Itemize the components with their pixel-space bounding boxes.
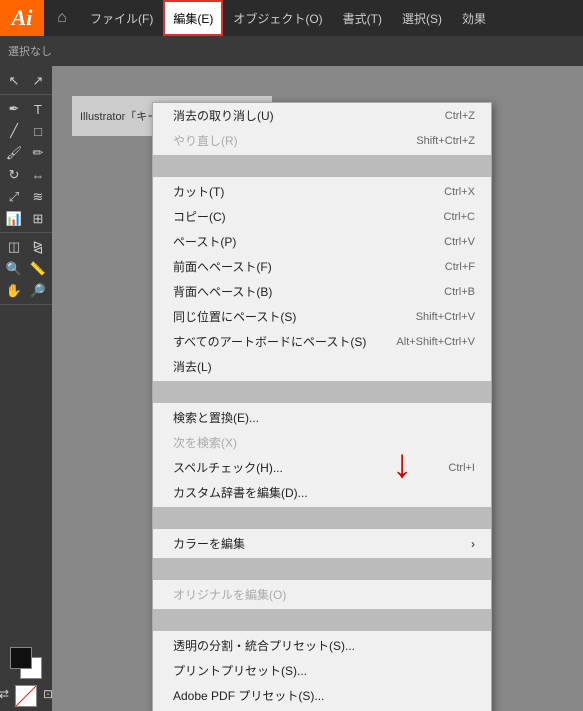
type-tool[interactable]: T [27,98,49,120]
tool-group-draw: ✒ T ╱ □ 🖌 ✏ ↻ ⇔ ⤢ ≋ 📊 ⊞ [0,98,52,233]
toolbox: ↖ ↗ ✒ T ╱ □ 🖌 ✏ ↻ ⇔ ⤢ ≋ [0,66,52,711]
separator-1 [153,155,491,177]
menu-object[interactable]: オブジェクト(O) [223,0,332,36]
menu-custom-dict[interactable]: カスタム辞書を編集(D)... [153,480,491,505]
line-tool[interactable]: ╱ [3,120,25,142]
none-indicator[interactable] [15,685,37,707]
menu-clear[interactable]: 消去(L) [153,354,491,379]
toolbar: 選択なし [0,36,583,66]
gradient-tool[interactable]: ◫ [3,236,25,258]
separator-2 [153,381,491,403]
warp-tool[interactable]: ≋ [27,186,49,208]
menu-select[interactable]: 選択(S) [392,0,452,36]
menu-edit-color[interactable]: カラーを編集 [153,531,491,556]
menu-find-next[interactable]: 次を検索(X) [153,430,491,455]
color-swatches[interactable] [10,647,42,679]
home-button[interactable]: ⌂ [44,0,80,36]
blend-tool[interactable]: ⧎ [27,236,49,258]
zoom-tool[interactable]: 🔎 [27,280,49,302]
select-tool[interactable]: ↖ [3,70,25,92]
tool-group-misc: ◫ ⧎ 🔍 📏 ✋ 🔎 [0,236,52,305]
menu-transparency-blend[interactable]: 透明の分割・統合プリセット(S)... [153,633,491,658]
scale-tool[interactable]: ⤢ [3,186,25,208]
separator-3 [153,507,491,529]
eyedropper-tool[interactable]: 🔍 [3,258,25,280]
menu-spell-check[interactable]: スペルチェック(H)... Ctrl+I [153,455,491,480]
menu-paste[interactable]: ペースト(P) Ctrl+V [153,229,491,254]
fill-swatch[interactable] [10,647,32,669]
paintbrush-tool[interactable]: 🖌 [3,142,25,164]
dropdown-overlay: 消去の取り消し(U) Ctrl+Z やり直し(R) Shift+Ctrl+Z カ… [52,102,583,711]
app-logo[interactable]: Ai [0,0,44,36]
reflect-tool[interactable]: ⇔ [27,164,49,186]
menu-find-replace[interactable]: 検索と置換(E)... [153,405,491,430]
menu-effect[interactable]: 効果 [452,0,496,36]
canvas-area: Illustrator「キー... 消去の取り消し(U) Ctrl+Z やり直し… [52,66,583,711]
swap-colors-button[interactable]: ⇄ [0,685,13,703]
direct-select-tool[interactable]: ↗ [27,70,49,92]
menu-edit-original[interactable]: オリジナルを編集(O) [153,582,491,607]
pen-tool[interactable]: ✒ [3,98,25,120]
rect-tool[interactable]: □ [27,120,49,142]
menu-type[interactable]: 書式(T) [333,0,392,36]
menu-paste-all-boards[interactable]: すべてのアートボードにペースト(S) Alt+Shift+Ctrl+V [153,329,491,354]
pencil-tool[interactable]: ✏ [27,142,49,164]
menu-cut[interactable]: カット(T) Ctrl+X [153,179,491,204]
mesh-tool[interactable]: ⊞ [27,208,49,230]
menu-redo[interactable]: やり直し(R) Shift+Ctrl+Z [153,128,491,153]
hand-tool[interactable]: ✋ [3,280,25,302]
menu-pdf-presets[interactable]: Adobe PDF プリセット(S)... [153,683,491,708]
tool-group-select: ↖ ↗ [0,70,52,95]
menu-paste-in-place[interactable]: 同じ位置にペースト(S) Shift+Ctrl+V [153,304,491,329]
graph-tool[interactable]: 📊 [3,208,25,230]
measure-tool[interactable]: 📏 [27,258,49,280]
menu-paste-back[interactable]: 背面へペースト(B) Ctrl+B [153,279,491,304]
menu-edit[interactable]: 編集(E) [163,0,223,36]
small-tools: ⇄ ⊡ [0,685,57,707]
menu-copy[interactable]: コピー(C) Ctrl+C [153,204,491,229]
rotate-tool[interactable]: ↻ [3,164,25,186]
menu-print-presets[interactable]: プリントプリセット(S)... [153,658,491,683]
menu-paste-front[interactable]: 前面へペースト(F) Ctrl+F [153,254,491,279]
menubar: Ai ⌂ ファイル(F) 編集(E) オブジェクト(O) 書式(T) 選択(S)… [0,0,583,36]
selection-label: 選択なし [8,43,52,59]
menu-undo[interactable]: 消去の取り消し(U) Ctrl+Z [153,103,491,128]
separator-5 [153,609,491,631]
menu-file[interactable]: ファイル(F) [80,0,163,36]
main-area: ↖ ↗ ✒ T ╱ □ 🖌 ✏ ↻ ⇔ ⤢ ≋ [0,66,583,711]
separator-4 [153,558,491,580]
menubar-items: ファイル(F) 編集(E) オブジェクト(O) 書式(T) 選択(S) 効果 [80,0,583,36]
edit-menu: 消去の取り消し(U) Ctrl+Z やり直し(R) Shift+Ctrl+Z カ… [152,102,492,711]
